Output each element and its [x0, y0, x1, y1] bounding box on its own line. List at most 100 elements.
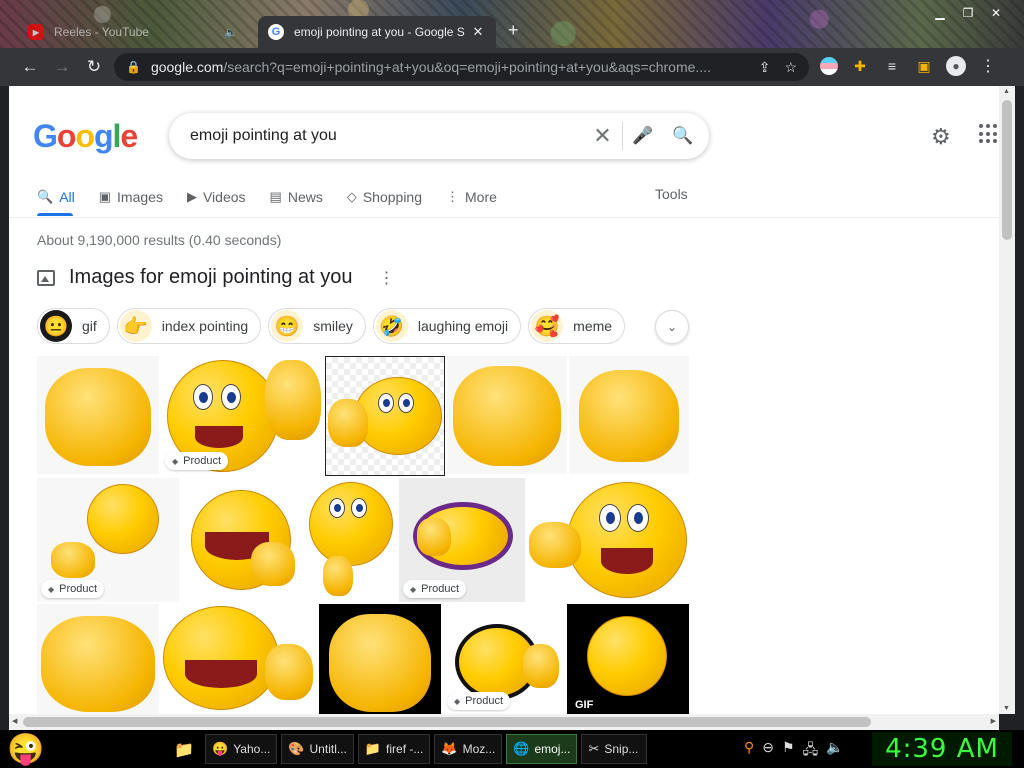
pride-flag-extension-icon[interactable]	[820, 57, 838, 75]
image-result[interactable]: GIF	[567, 604, 689, 714]
taskbar-item-snipping[interactable]: ✂ Snip...	[581, 734, 648, 764]
folder-quicklaunch-icon[interactable]: 📁	[174, 740, 194, 760]
minimize-icon[interactable]: ▁	[932, 6, 948, 20]
scroll-down-arrow-icon[interactable]: ▼	[1003, 705, 1010, 712]
chip-gif[interactable]: 😐 gif	[37, 308, 110, 344]
taskbar-item-paint[interactable]: 🎨 Untitl...	[281, 734, 354, 764]
images-section-title: Images for emoji pointing at you	[69, 266, 353, 288]
flag-icon[interactable]: ⚑	[782, 739, 795, 763]
minus-circle-icon[interactable]: ⊖	[762, 739, 774, 763]
tab-all[interactable]: 🔍 All	[37, 186, 75, 208]
chevron-down-icon[interactable]: ⌄	[655, 310, 689, 344]
image-icon: ▣	[98, 189, 112, 204]
product-tag: Product	[165, 452, 229, 470]
volume-icon[interactable]: 🔈	[826, 739, 843, 763]
chip-index-pointing[interactable]: 👉 index pointing	[116, 308, 262, 344]
scroll-left-arrow-icon[interactable]: ◀	[12, 717, 17, 725]
horizontal-scrollbar[interactable]: ◀ ▶	[9, 714, 999, 730]
vertical-scrollbar[interactable]: ▲ ▼	[999, 86, 1015, 714]
grinning-face-image	[163, 606, 279, 710]
back-arrow-icon[interactable]: ←	[14, 51, 46, 83]
url-host: google.com	[150, 59, 224, 75]
image-result[interactable]	[569, 356, 689, 474]
google-apps-icon[interactable]	[979, 124, 999, 144]
image-result[interactable]: Product	[161, 356, 323, 474]
taskbar-clock[interactable]: 4:39 AM	[872, 732, 1012, 766]
search-tray-icon[interactable]: ⚲	[744, 739, 754, 763]
pointing-hand-image	[51, 542, 95, 578]
url-path: /search?q=emoji+pointing+at+you&oq=emoji…	[223, 59, 711, 75]
tab-google-search[interactable]: G emoji pointing at you - Google S ✕	[258, 16, 496, 48]
tab-shopping[interactable]: ◇ Shopping	[347, 186, 422, 208]
google-logo[interactable]: Google	[33, 118, 138, 155]
search-query-input[interactable]: emoji pointing at you	[190, 127, 583, 145]
speaker-icon[interactable]: 🔈	[224, 26, 238, 39]
close-window-icon[interactable]: ✕	[988, 6, 1004, 20]
image-result[interactable]: Product	[399, 478, 525, 602]
bookmark-star-icon[interactable]: ☆	[784, 59, 797, 76]
image-result[interactable]	[161, 604, 317, 714]
puzzle-extension-icon[interactable]: ✚	[850, 56, 870, 76]
smiley-face-image	[309, 482, 393, 566]
reload-icon[interactable]: ↻	[78, 51, 110, 83]
profile-avatar-icon[interactable]: ●	[946, 56, 966, 76]
browser-toolbar: ← → ↻ 🔒 google.com /search?q=emoji+point…	[0, 48, 1024, 86]
image-result[interactable]	[305, 478, 397, 602]
lock-icon[interactable]: 🔒	[126, 60, 141, 74]
image-result[interactable]	[447, 356, 567, 474]
folder-icon: 📁	[364, 741, 382, 756]
chip-smiley[interactable]: 😁 smiley	[268, 308, 366, 344]
tools-button[interactable]: Tools	[655, 186, 688, 202]
settings-gear-icon[interactable]: ⚙	[931, 124, 951, 150]
image-result[interactable]: Product	[37, 478, 179, 602]
image-result[interactable]	[527, 478, 689, 602]
search-box[interactable]: emoji pointing at you ✕ 🎤 🔍	[169, 113, 709, 159]
more-vert-icon[interactable]: ⋮	[379, 268, 395, 288]
taskbar-item-chrome[interactable]: 🌐 emoj...	[506, 734, 578, 764]
pointing-hand-image	[265, 360, 321, 440]
chip-laughing-emoji[interactable]: 🤣 laughing emoji	[372, 308, 522, 344]
clear-search-icon[interactable]: ✕	[583, 122, 623, 150]
angry-face-image	[87, 484, 159, 554]
chip-thumbnail: 🥰	[531, 310, 564, 342]
image-result[interactable]: Product	[443, 604, 565, 714]
image-result[interactable]	[37, 604, 159, 714]
new-tab-button[interactable]: +	[508, 20, 519, 41]
side-panel-icon[interactable]: ▣	[914, 56, 934, 76]
media-queue-icon[interactable]: ≡	[882, 56, 902, 76]
start-button-smiley-icon[interactable]: 😜	[2, 730, 50, 768]
image-result[interactable]	[181, 478, 303, 602]
taskbar-item-yahoo[interactable]: 😛 Yaho...	[205, 734, 278, 764]
pointing-hand-image	[328, 399, 368, 447]
tab-images[interactable]: ▣ Images	[99, 186, 163, 208]
microphone-icon[interactable]: 🎤	[623, 126, 663, 146]
news-icon: ▤	[269, 189, 282, 204]
forward-arrow-icon[interactable]: →	[46, 51, 78, 83]
pointing-hand-image	[265, 644, 313, 700]
chrome-menu-icon[interactable]: ⋮	[978, 56, 998, 76]
scroll-up-arrow-icon[interactable]: ▲	[1003, 88, 1010, 95]
pointing-hand-image	[41, 616, 155, 712]
scrollbar-thumb[interactable]	[23, 717, 871, 727]
yahoo-icon: 😛	[212, 741, 229, 756]
taskbar-item-firefox[interactable]: 🦊 Moz...	[434, 734, 503, 764]
address-bar[interactable]: 🔒 google.com /search?q=emoji+pointing+at…	[114, 53, 809, 81]
network-icon[interactable]: 🖧	[803, 739, 819, 763]
tab-youtube[interactable]: ▶ Reeles - YouTube 🔈	[18, 16, 248, 48]
image-result[interactable]	[319, 604, 441, 714]
window-frame-right	[1015, 86, 1024, 730]
maximize-icon[interactable]: ❐	[960, 6, 976, 20]
tab-more[interactable]: ⋮ More	[446, 186, 497, 208]
close-tab-icon[interactable]: ✕	[470, 24, 486, 40]
chip-meme[interactable]: 🥰 meme	[528, 308, 626, 344]
image-result[interactable]	[37, 356, 159, 474]
pointing-hand-image	[417, 518, 451, 556]
tab-news[interactable]: ▤ News	[270, 186, 323, 208]
scroll-right-arrow-icon[interactable]: ▶	[991, 717, 996, 725]
taskbar-item-folder[interactable]: 📁 firef -...	[357, 734, 431, 764]
tab-videos[interactable]: ▶ Videos	[187, 186, 246, 208]
search-icon[interactable]: 🔍	[663, 126, 703, 146]
image-result[interactable]	[325, 356, 445, 476]
scrollbar-thumb[interactable]	[1002, 100, 1012, 240]
share-icon[interactable]: ⇪	[759, 59, 771, 76]
